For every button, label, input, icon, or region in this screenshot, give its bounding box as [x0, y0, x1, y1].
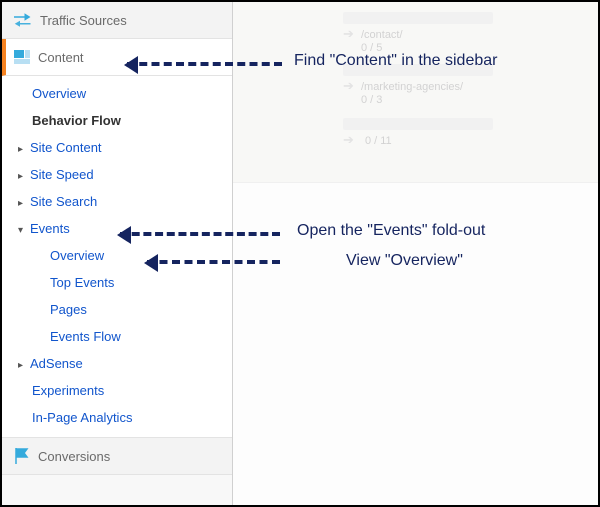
flow-node-count: 0 / 11: [365, 135, 392, 147]
flow-node-count: 0 / 3: [361, 94, 382, 106]
nav-site-search[interactable]: Site Search: [2, 188, 232, 215]
nav-events-flow[interactable]: Events Flow: [2, 323, 232, 350]
section-traffic-label: Traffic Sources: [40, 13, 127, 28]
flow-node-other: ➔ 0 / 11: [343, 118, 493, 148]
nav-overview[interactable]: Overview: [2, 80, 232, 107]
flag-icon: [14, 448, 30, 464]
annotation-text-2: Open the "Events" fold-out: [297, 222, 485, 240]
section-content-label: Content: [38, 50, 84, 65]
flow-arrow-icon: ➔: [343, 132, 354, 148]
content-blocks-icon: [14, 50, 30, 64]
flow-node-path: /contact/: [361, 29, 403, 41]
traffic-arrows-icon: [14, 13, 32, 27]
nav-inpage-analytics[interactable]: In-Page Analytics: [2, 404, 232, 431]
annotation-arrow-3: [147, 260, 280, 264]
nav-experiments[interactable]: Experiments: [2, 377, 232, 404]
annotation-text-1: Find "Content" in the sidebar: [294, 52, 497, 70]
annotation-arrow-2: [120, 232, 280, 236]
flow-node-marketing: ➔ /marketing-agencies/ 0 / 3: [343, 64, 493, 106]
flow-node-path: /marketing-agencies/: [361, 81, 463, 93]
flow-node-contact: ➔ /contact/ 0 / 5: [343, 12, 493, 54]
nav-site-speed[interactable]: Site Speed: [2, 161, 232, 188]
section-traffic-sources[interactable]: Traffic Sources: [2, 2, 232, 39]
annotation-text-3: View "Overview": [346, 252, 463, 270]
nav-events-pages[interactable]: Pages: [2, 296, 232, 323]
nav-events-top-events[interactable]: Top Events: [2, 269, 232, 296]
nav-events-overview[interactable]: Overview: [2, 242, 232, 269]
nav-adsense[interactable]: AdSense: [2, 350, 232, 377]
section-conversions[interactable]: Conversions: [2, 437, 232, 475]
nav-site-content[interactable]: Site Content: [2, 134, 232, 161]
flow-arrow-icon: ➔: [343, 78, 354, 94]
nav-behavior-flow[interactable]: Behavior Flow: [2, 107, 232, 134]
annotation-arrow-1: [127, 62, 282, 66]
section-conversions-label: Conversions: [38, 449, 110, 464]
behavior-flow-canvas: ➔ /contact/ 0 / 5 ➔ /marketing-agencies/…: [233, 2, 598, 183]
flow-arrow-icon: ➔: [343, 26, 354, 42]
sidebar: Traffic Sources Content Overview Behavio…: [2, 2, 233, 505]
content-submenu: Overview Behavior Flow Site Content Site…: [2, 76, 232, 437]
